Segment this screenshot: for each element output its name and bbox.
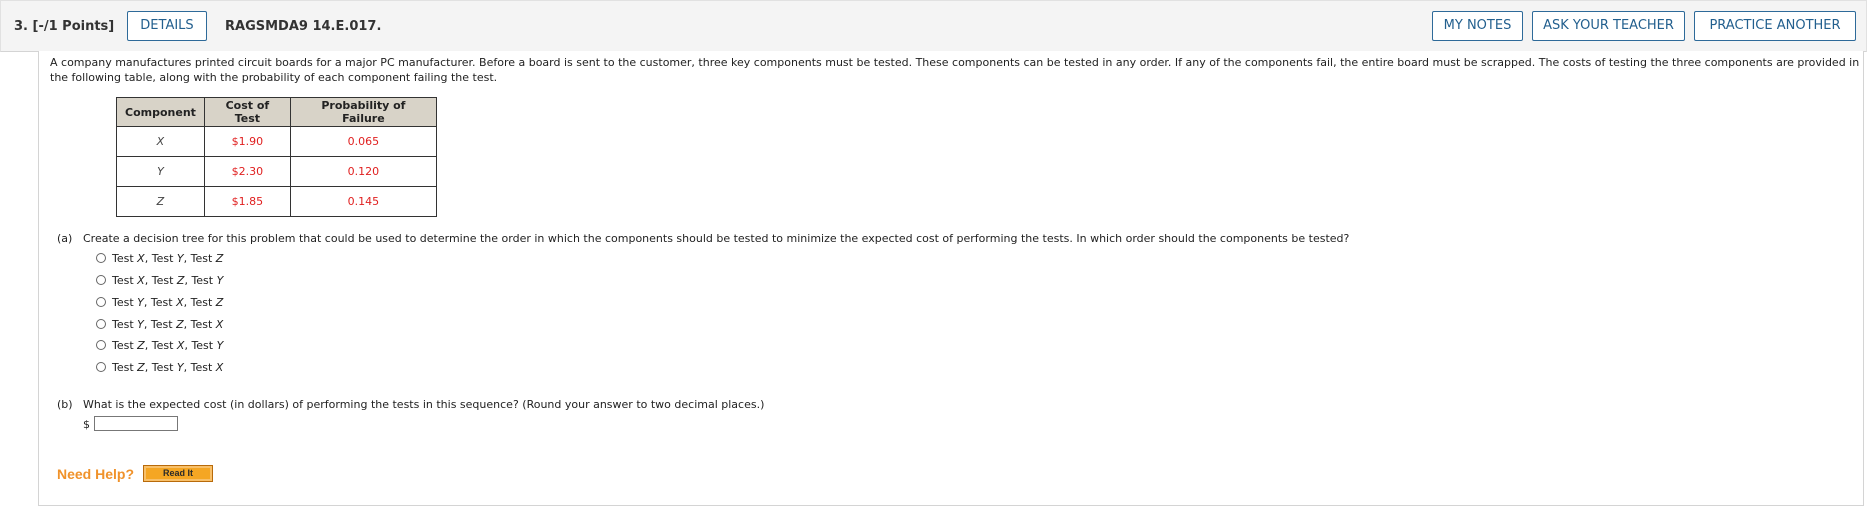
cost-cell: $1.85 <box>203 186 291 217</box>
radio-button[interactable] <box>96 319 106 329</box>
component-cell: X <box>116 126 205 157</box>
radio-button[interactable] <box>96 340 106 350</box>
table-row: Y $2.30 0.120 <box>116 156 437 187</box>
radio-button[interactable] <box>96 362 106 372</box>
part-b-question: (b) What is the expected cost (in dollars… <box>57 398 764 411</box>
radio-button[interactable] <box>96 275 106 285</box>
question-header: 3. [-/1 Points] DETAILS RAGSMDA9 14.E.01… <box>0 0 1867 52</box>
practice-another-button[interactable]: PRACTICE ANOTHER <box>1694 11 1856 41</box>
expected-cost-input[interactable] <box>94 416 178 431</box>
order-option[interactable]: Test Y, Test Z, Test X <box>96 318 223 332</box>
component-cell: Z <box>116 186 205 217</box>
column-header-probability: Probability of Failure <box>289 97 437 127</box>
order-option[interactable]: Test Y, Test X, Test Z <box>96 296 223 310</box>
table-row: Z $1.85 0.145 <box>116 186 437 217</box>
problem-intro-text: A company manufactures printed circuit b… <box>50 56 1860 84</box>
column-header-component: Component <box>116 97 205 127</box>
part-a-question: (a) Create a decision tree for this probl… <box>57 232 1349 245</box>
order-option[interactable]: Test Z, Test X, Test Y <box>96 339 223 353</box>
radio-button[interactable] <box>96 297 106 307</box>
probability-cell: 0.145 <box>289 186 437 217</box>
ask-your-teacher-button[interactable]: ASK YOUR TEACHER <box>1532 11 1685 41</box>
part-b-question-text: What is the expected cost (in dollars) o… <box>83 398 765 411</box>
order-option[interactable]: Test X, Test Y, Test Z <box>96 252 223 266</box>
problem-code: RAGSMDA9 14.E.017. <box>225 19 382 34</box>
part-b-tag: (b) <box>57 398 73 411</box>
cost-cell: $2.30 <box>203 156 291 187</box>
table-row: X $1.90 0.065 <box>116 126 437 157</box>
probability-cell: 0.120 <box>289 156 437 187</box>
order-option[interactable]: Test X, Test Z, Test Y <box>96 274 223 288</box>
component-table: Component Cost of Test Probability of Fa… <box>116 97 437 217</box>
currency-symbol: $ <box>83 418 90 431</box>
cost-cell: $1.90 <box>203 126 291 157</box>
column-header-cost: Cost of Test <box>203 97 291 127</box>
probability-cell: 0.065 <box>289 126 437 157</box>
my-notes-button[interactable]: MY NOTES <box>1432 11 1523 41</box>
read-it-button[interactable]: Read It <box>143 465 213 482</box>
component-cell: Y <box>116 156 205 187</box>
question-points-label: 3. [-/1 Points] <box>14 19 115 34</box>
part-a-question-text: Create a decision tree for this problem … <box>83 232 1350 245</box>
order-option[interactable]: Test Z, Test Y, Test X <box>96 361 223 375</box>
need-help-label: Need Help? <box>57 466 135 482</box>
table-header-row: Component Cost of Test Probability of Fa… <box>116 97 437 127</box>
details-button[interactable]: DETAILS <box>127 11 207 41</box>
radio-button[interactable] <box>96 253 106 263</box>
part-a-tag: (a) <box>57 232 73 245</box>
